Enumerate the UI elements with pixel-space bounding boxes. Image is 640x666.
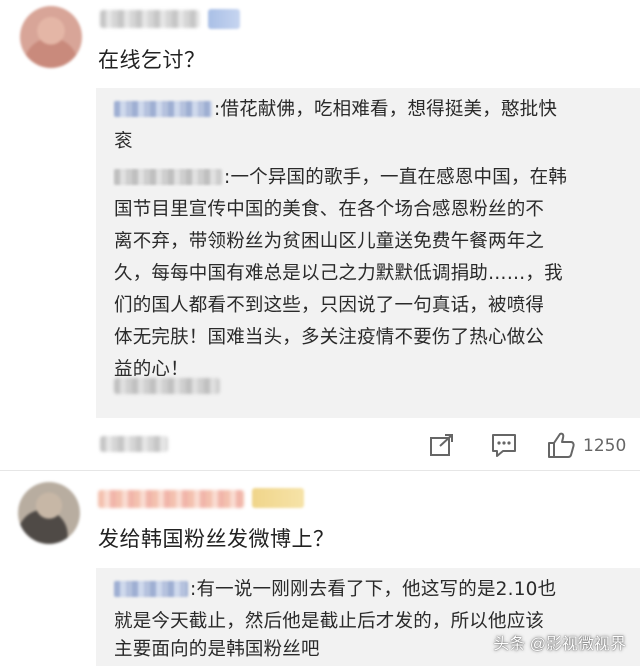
share-icon[interactable] xyxy=(428,432,456,458)
reply-line: 体无完肤！国难当头，多关注疫情不要伤了热心做公 xyxy=(114,327,545,348)
reply-author-name[interactable] xyxy=(114,581,188,597)
comment-text: 在线乞讨？ xyxy=(98,48,206,72)
reply-line: 衮 xyxy=(114,126,133,158)
user-badge xyxy=(208,9,240,29)
reply-line: 久，每每中国有难总是以己之力默默低调捐助……，我 xyxy=(114,263,563,284)
more-replies-link[interactable] xyxy=(114,378,220,394)
reply-text: 有一说一刚刚去看了下，他这写的是2.10也 xyxy=(196,579,557,600)
commenter-name[interactable] xyxy=(100,10,200,28)
like-count: 1250 xyxy=(583,436,627,456)
reply-line: :借花献佛，吃相难看，想得挺美，憨批快 xyxy=(114,94,557,126)
reply-text: 一个异国的歌手，一直在感恩中国，在韩 xyxy=(230,167,568,188)
reply-author-name[interactable] xyxy=(114,169,222,185)
reply-line: 们的国人都看不到这些，只因说了一句真话，被喷得 xyxy=(114,295,545,316)
user-badge xyxy=(252,488,304,508)
reply-line: :有一说一刚刚去看了下，他这写的是2.10也 xyxy=(114,574,556,606)
avatar[interactable] xyxy=(18,482,80,544)
reply-line: 离不弃，带领粉丝为贫困山区儿童送免费午餐两年之 xyxy=(114,231,545,252)
reply-text: 借花献佛，吃相难看，想得挺美，憨批快 xyxy=(220,99,558,120)
commenter-name[interactable] xyxy=(98,490,244,508)
reply-thread[interactable]: :借花献佛，吃相难看，想得挺美，憨批快 衮 :一个异国的歌手，一直在感恩中国，在… xyxy=(96,88,640,418)
avatar[interactable] xyxy=(20,6,82,68)
divider xyxy=(0,470,640,471)
reply-line: 主要面向的是韩国粉丝吧 xyxy=(114,639,320,660)
thumbs-up-icon[interactable] xyxy=(546,430,576,460)
comment-text: 发给韩国粉丝发微博上？ xyxy=(98,527,335,551)
reply-line: :一个异国的歌手，一直在感恩中国，在韩 xyxy=(114,162,567,194)
comment-icon[interactable] xyxy=(489,431,519,459)
reply-line: 国节目里宣传中国的美食、在各个场合感恩粉丝的不 xyxy=(114,199,545,220)
comment-time xyxy=(100,436,168,452)
reply-author-name[interactable] xyxy=(114,101,212,117)
watermark: 头条 @影视微视界 xyxy=(493,636,626,653)
reply-text: 衮 xyxy=(114,131,133,152)
